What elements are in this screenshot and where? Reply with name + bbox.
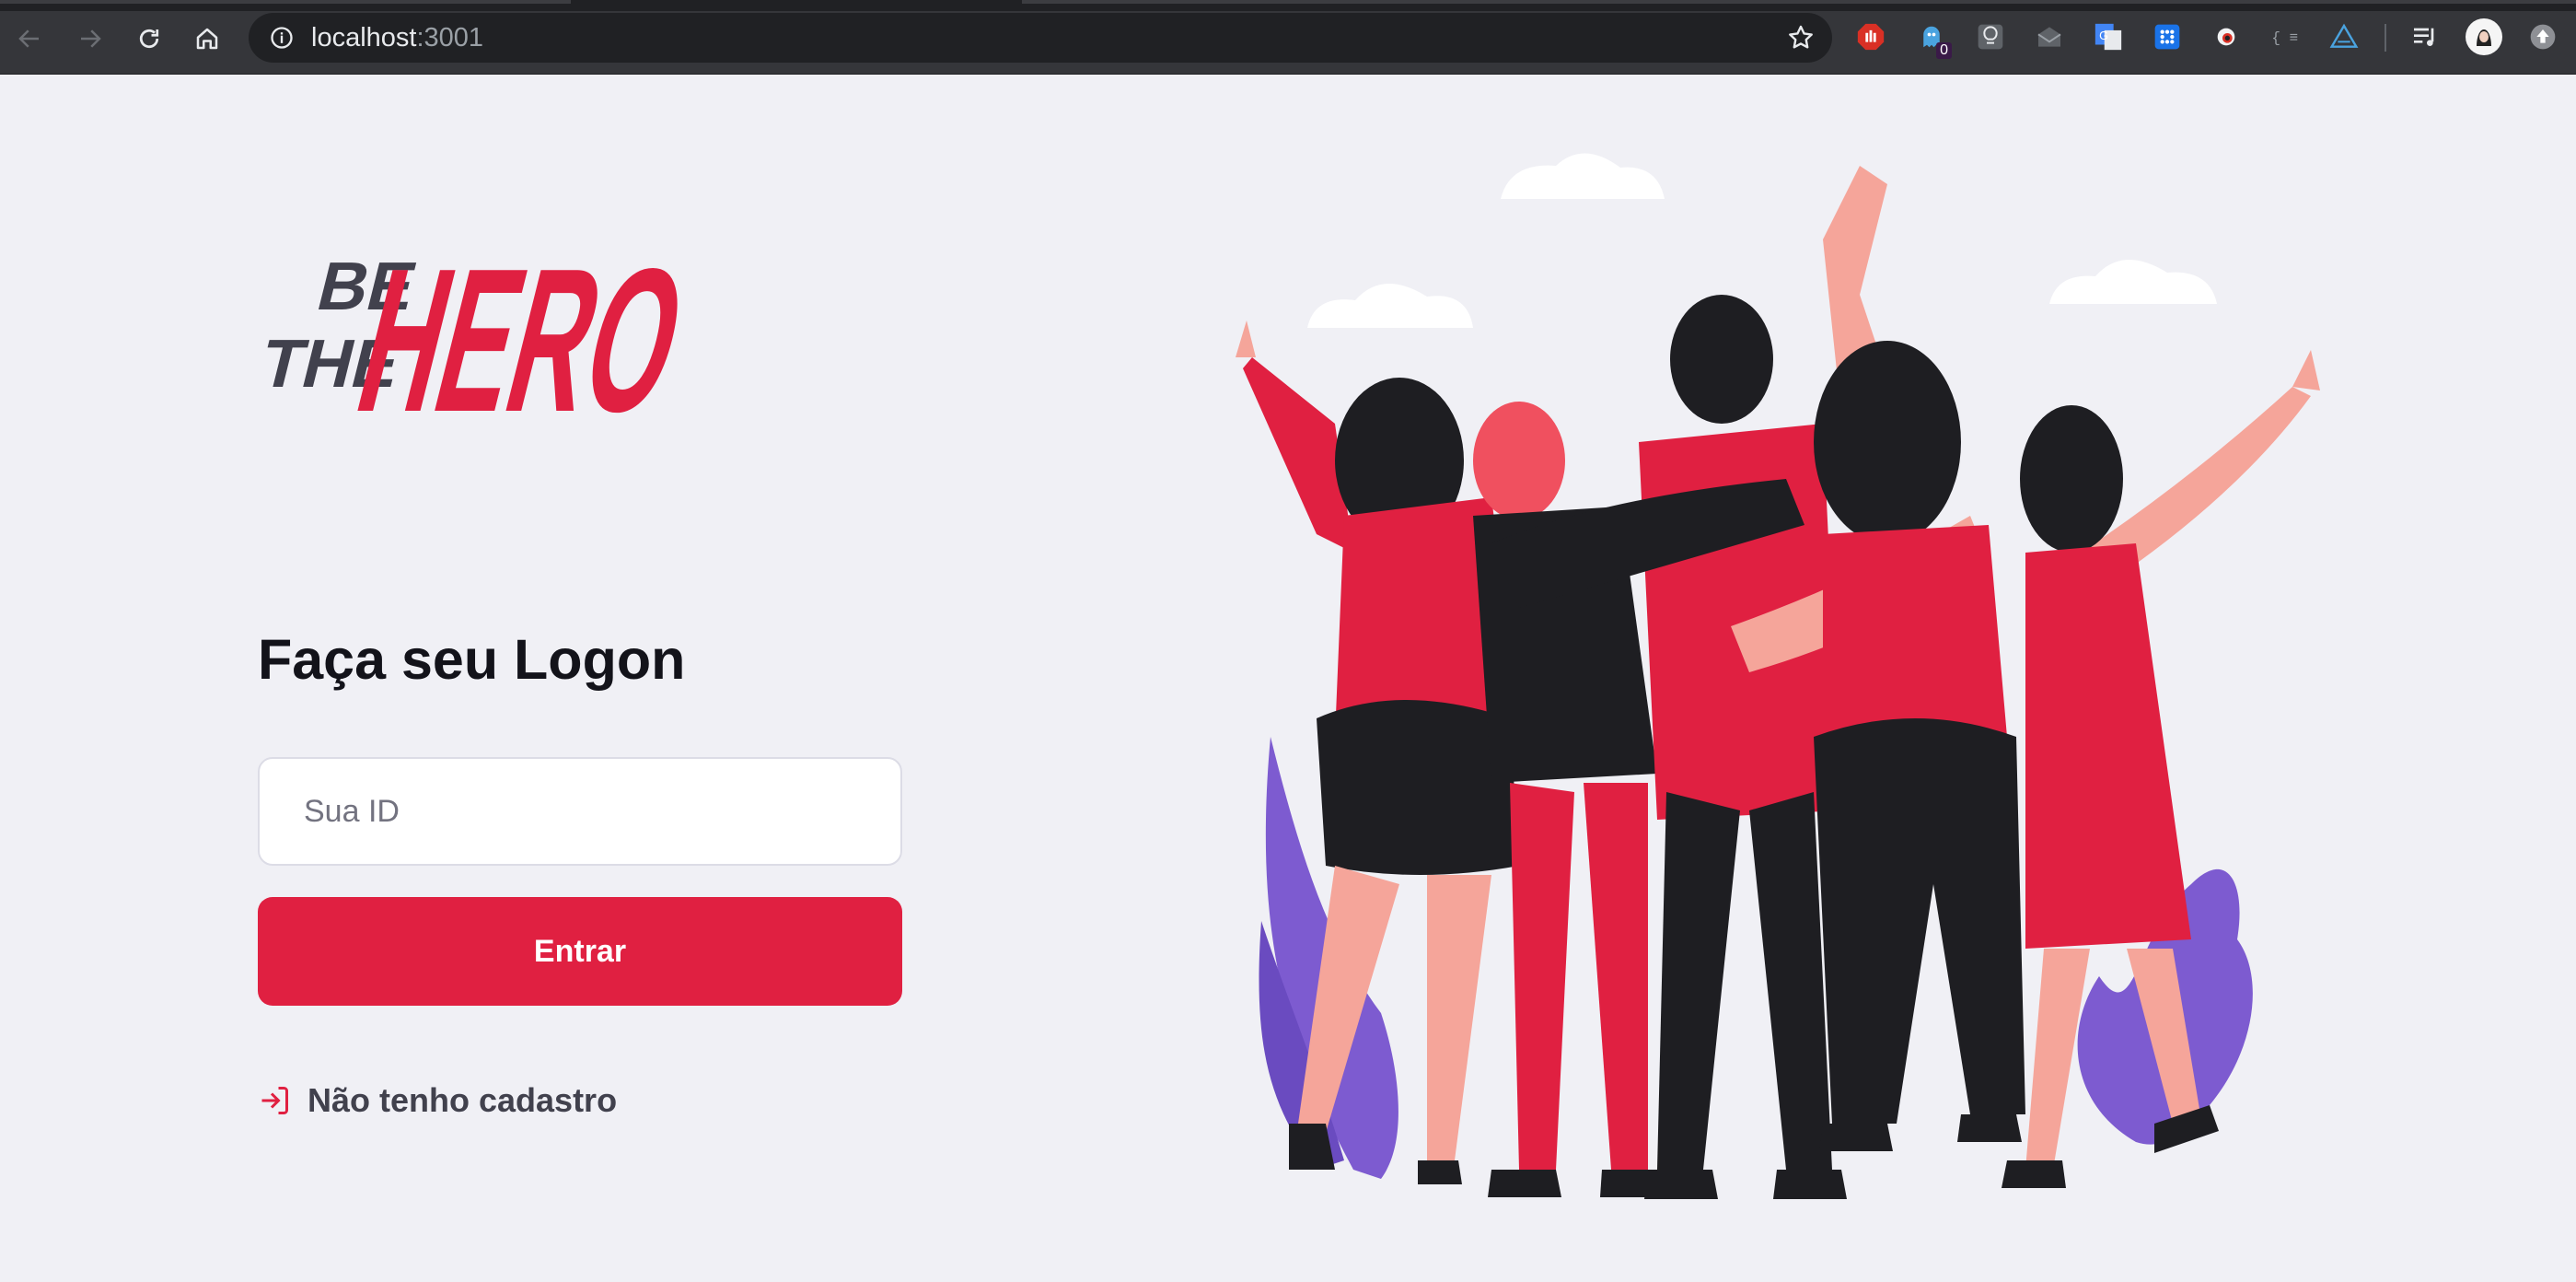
back-button[interactable] (11, 20, 48, 57)
register-link-label: Não tenho cadastro (307, 1081, 618, 1119)
ext-triangle-icon[interactable] (2326, 18, 2362, 55)
home-button[interactable] (189, 20, 226, 57)
id-input[interactable] (258, 757, 902, 866)
ext-translate-icon[interactable]: G (2090, 18, 2127, 55)
reload-button[interactable] (131, 20, 168, 57)
tab-strip (0, 0, 2576, 11)
media-queue-icon[interactable] (2407, 18, 2443, 55)
ext-code-icon[interactable]: { ≡ } (2267, 18, 2303, 55)
info-icon[interactable] (269, 25, 295, 51)
clouds (1307, 153, 2217, 328)
svg-text:G: G (2099, 29, 2108, 42)
ext-grid-icon[interactable] (2149, 18, 2186, 55)
svg-text:{ ≡ }: { ≡ } (2271, 29, 2300, 46)
ext-mail-icon[interactable] (2031, 18, 2068, 55)
ext-eye-icon[interactable] (2208, 18, 2245, 55)
url-text: localhost:3001 (311, 23, 484, 52)
ext-bulb-icon[interactable] (1972, 18, 2009, 55)
ext-adblock-icon[interactable] (1852, 18, 1889, 55)
home-icon (196, 28, 218, 50)
page-title: Faça seu Logon (258, 628, 686, 691)
profile-avatar[interactable] (2466, 18, 2502, 55)
register-link[interactable]: Não tenho cadastro (258, 1081, 617, 1120)
be-the-hero-logo: BE THE HERO (253, 226, 725, 454)
toolbar-divider (2385, 24, 2386, 52)
star-icon[interactable] (1786, 23, 1816, 52)
arrow-right-icon (81, 29, 101, 48)
forward-button[interactable] (72, 20, 109, 57)
arrow-left-icon (18, 29, 39, 48)
update-icon[interactable] (2524, 18, 2561, 55)
browser-toolbar: localhost:3001 0 G { ≡ } (0, 0, 2576, 75)
heroes-illustration (1215, 147, 2338, 1216)
svg-text:HERO: HERO (340, 228, 705, 431)
enter-button[interactable]: Entrar (258, 897, 902, 1006)
reload-icon (139, 29, 159, 49)
address-bar[interactable]: localhost:3001 (249, 13, 1832, 63)
log-in-icon (261, 1087, 288, 1114)
extension-badge: 0 (1936, 42, 1952, 59)
ext-ghost-icon[interactable]: 0 (1913, 18, 1952, 59)
